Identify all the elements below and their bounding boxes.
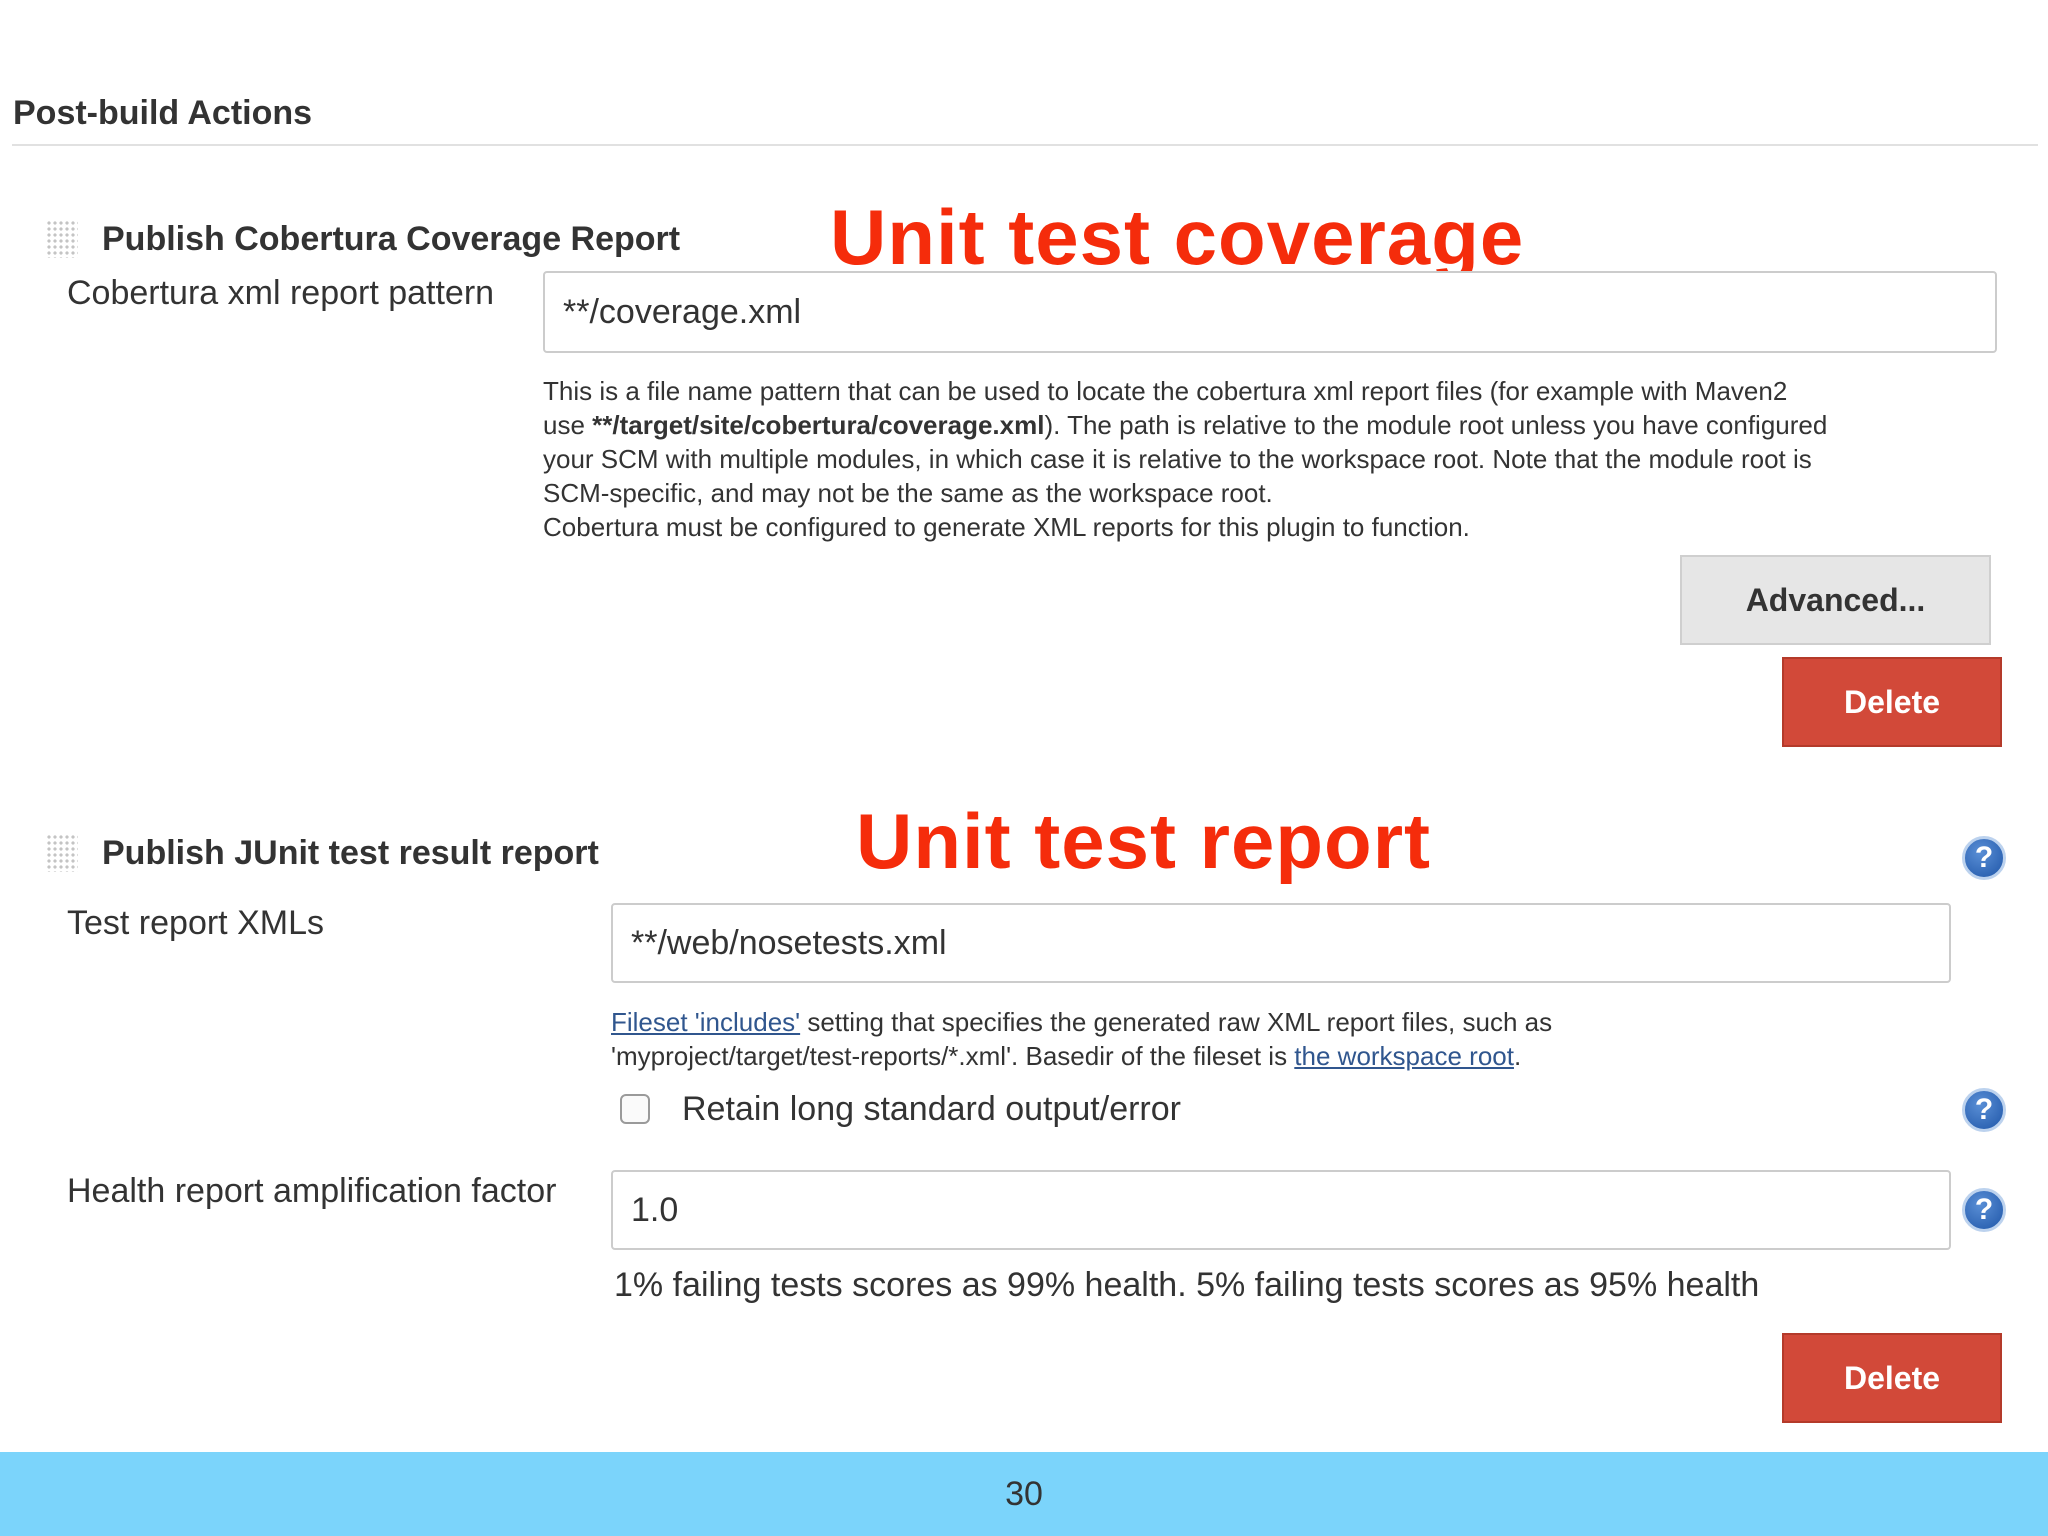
health-factor-label: Health report amplification factor [67, 1172, 557, 1210]
retain-output-label: Retain long standard output/error [682, 1090, 1181, 1128]
slide-footer: 30 [0, 1452, 2048, 1536]
help-line: SCM-specific, and may not be the same as… [543, 478, 1273, 508]
page-number: 30 [1005, 1474, 1043, 1513]
cobertura-help-text: This is a file name pattern that can be … [543, 374, 2013, 544]
junit-delete-button[interactable]: Delete [1782, 1333, 2002, 1423]
junit-help-text: Fileset 'includes' setting that specifie… [611, 1005, 1961, 1073]
health-description: 1% failing tests scores as 99% health. 5… [614, 1266, 1760, 1304]
help-bold-path: **/target/site/cobertura/coverage.xml [592, 410, 1045, 440]
junit-xml-input[interactable]: **/web/nosetests.xml [611, 903, 1951, 983]
fileset-includes-link[interactable]: Fileset 'includes' [611, 1007, 800, 1037]
help-line: Cobertura must be configured to generate… [543, 512, 1470, 542]
help-line: This is a file name pattern that can be … [543, 376, 1788, 406]
advanced-button[interactable]: Advanced... [1680, 555, 1991, 645]
health-factor-input[interactable]: 1.0 [611, 1170, 1951, 1250]
help-line: 'myproject/target/test-reports/*.xml'. B… [611, 1041, 1522, 1071]
help-icon[interactable]: ? [1962, 1188, 2006, 1232]
cobertura-delete-button[interactable]: Delete [1782, 657, 2002, 747]
help-icon[interactable]: ? [1962, 836, 2006, 880]
section-divider [12, 144, 2038, 146]
cobertura-title: Publish Cobertura Coverage Report [102, 220, 681, 258]
junit-title: Publish JUnit test result report [102, 834, 599, 872]
help-line: use **/target/site/cobertura/coverage.xm… [543, 410, 1828, 440]
help-line: your SCM with multiple modules, in which… [543, 444, 1812, 474]
junit-xml-label: Test report XMLs [67, 904, 324, 942]
annotation-unit-test-report: Unit test report [856, 797, 1432, 885]
annotation-unit-test-coverage: Unit test coverage [830, 193, 1525, 281]
drag-handle-icon[interactable] [46, 834, 78, 872]
drag-handle-icon[interactable] [46, 220, 78, 258]
help-line: Fileset 'includes' setting that specifie… [611, 1007, 1553, 1037]
help-icon[interactable]: ? [1962, 1088, 2006, 1132]
cobertura-pattern-input[interactable]: **/coverage.xml [543, 271, 1997, 353]
section-title: Post-build Actions [13, 94, 313, 132]
workspace-root-link[interactable]: the workspace root [1294, 1041, 1514, 1071]
cobertura-pattern-label: Cobertura xml report pattern [67, 274, 495, 312]
retain-output-checkbox[interactable] [620, 1094, 650, 1124]
